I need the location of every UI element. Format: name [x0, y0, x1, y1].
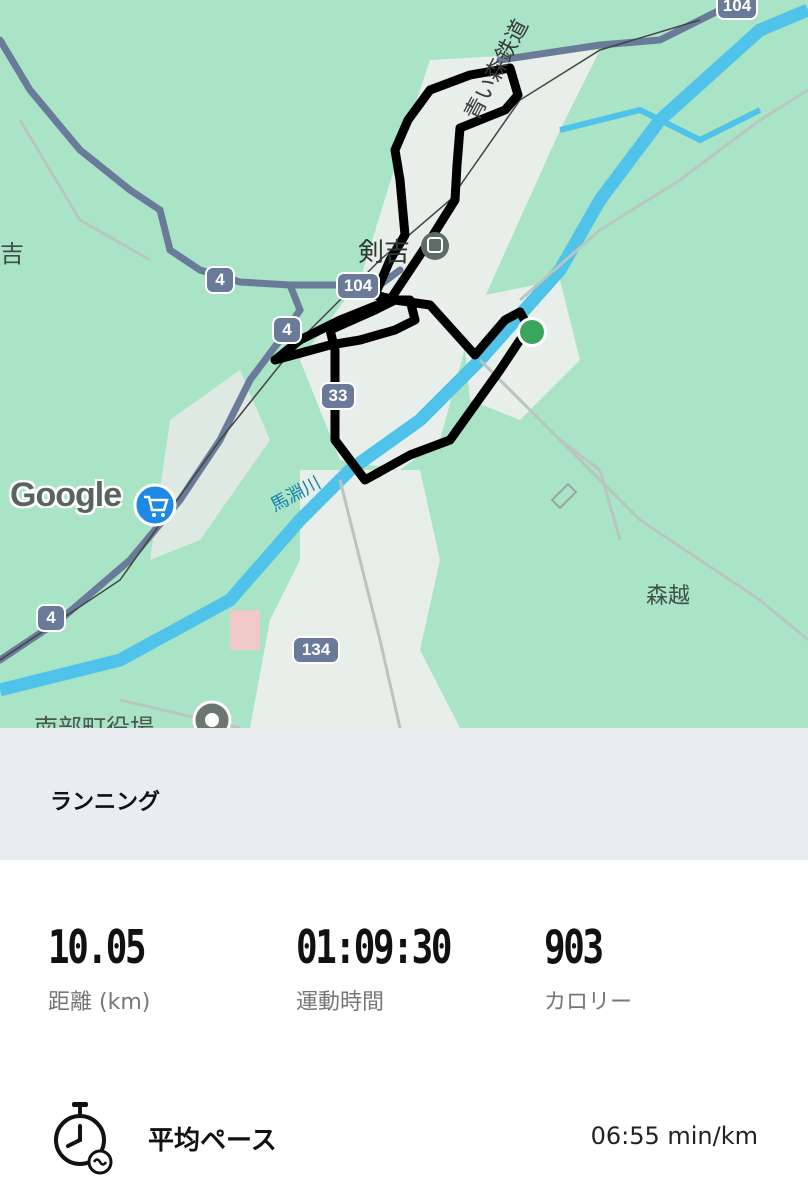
route-shield-104-top: 104 [716, 0, 758, 20]
stat-calories-value: 903 [544, 920, 604, 974]
cart-wheel-left [152, 513, 156, 517]
route-shield-134: 134 [292, 636, 340, 664]
stat-calories-label: カロリー [544, 990, 633, 1015]
average-pace-label: 平均ペース [148, 1126, 277, 1156]
map-canvas [0, 0, 808, 728]
current-location-dot [520, 320, 544, 344]
landmark-icon [550, 482, 578, 510]
route-shield-4-a: 4 [205, 266, 235, 294]
google-logo: Google [10, 476, 122, 514]
stat-duration-value: 01:09:30 [296, 920, 452, 974]
place-label-town-office: 南部町役場 [34, 714, 154, 728]
average-pace-value: 06:55 min/km [590, 1122, 758, 1150]
stopwatch-icon [52, 1100, 114, 1180]
cart-wheel-right [161, 513, 165, 517]
activity-type-label: ランニング [50, 790, 161, 815]
average-pace-row[interactable]: 平均ペース 06:55 min/km [0, 1090, 808, 1180]
route-map[interactable]: 104 4 104 4 33 4 134 剣吉 吉 森越 馬淵川 青い森鉄道 南… [0, 0, 808, 728]
route-shield-104-mid: 104 [336, 272, 380, 300]
place-label-kenyoshi: 剣吉 [358, 238, 411, 268]
stat-distance-value: 10.05 [48, 920, 147, 974]
facility-area [230, 610, 260, 650]
activity-header: ランニング [0, 728, 808, 860]
route-shield-4-c: 4 [36, 604, 66, 632]
stat-duration-label: 運動時間 [296, 990, 385, 1015]
place-label-moriguchi: 森越 [646, 584, 691, 609]
place-pin-glyph [205, 713, 219, 727]
route-shield-33: 33 [320, 382, 356, 410]
place-label-kichi: 吉 [0, 240, 24, 268]
town-area-west [150, 370, 270, 560]
route-shield-4-b: 4 [272, 316, 302, 344]
stat-distance-label: 距離 (km) [48, 990, 151, 1015]
shopping-cart-icon[interactable] [133, 483, 177, 527]
station-icon[interactable] [421, 232, 449, 260]
